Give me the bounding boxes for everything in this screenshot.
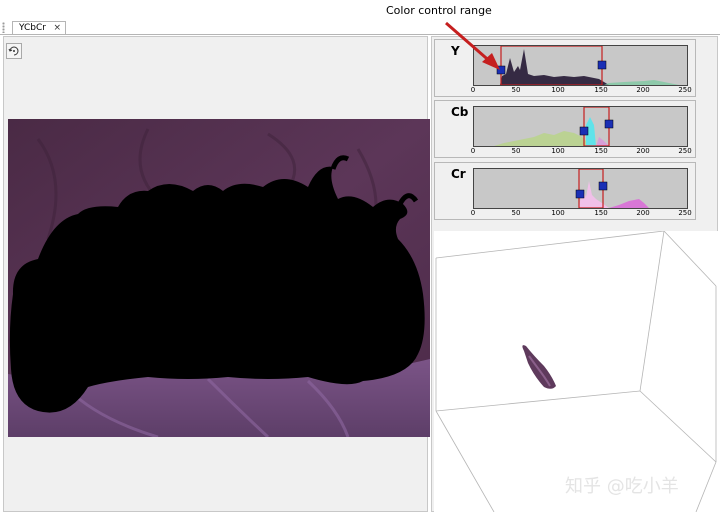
watermark: 知乎 @吃小羊 (565, 476, 679, 497)
scatter-3d-plot (435, 230, 717, 513)
histogram-y-bars (496, 46, 679, 85)
tick-label: 250 (678, 209, 692, 217)
callout-label: Color control range (386, 4, 492, 17)
tick-label: 100 (551, 209, 565, 217)
tick-label: 250 (678, 86, 692, 94)
tab-ycbcr[interactable]: YCbCr × (12, 21, 66, 35)
histogram-label: Cr (451, 167, 466, 181)
tick-label: 200 (636, 209, 650, 217)
drag-grip-icon[interactable] (2, 22, 5, 33)
histogram-plot[interactable] (473, 45, 688, 86)
tick-label: 100 (551, 147, 565, 155)
tab-label: YCbCr (19, 23, 46, 33)
range-high-handle[interactable] (597, 60, 607, 70)
tab-divider (0, 34, 720, 35)
tick-label: 250 (678, 147, 692, 155)
tick-label: 150 (594, 209, 608, 217)
tick-label: 100 (551, 86, 565, 94)
range-low-handle[interactable] (579, 126, 589, 136)
histogram-cr: Cr 0 50 100 150 200 250 (434, 162, 696, 220)
range-low-handle[interactable] (575, 189, 585, 199)
range-low-handle[interactable] (496, 65, 506, 75)
range-high-handle[interactable] (604, 119, 614, 129)
histogram-cr-bars (575, 169, 649, 208)
histogram-label: Cb (451, 105, 469, 119)
tick-label: 200 (636, 86, 650, 94)
masked-image (8, 119, 430, 437)
rotate-icon (8, 46, 19, 56)
histogram-y: Y 0 50 100 150 200 250 (434, 39, 696, 97)
histogram-plot[interactable] (473, 106, 688, 147)
tick-label: 0 (470, 86, 476, 94)
tick-label: 0 (470, 209, 476, 217)
tick-label: 150 (594, 147, 608, 155)
tick-label: 50 (511, 147, 521, 155)
range-high-handle[interactable] (598, 181, 608, 191)
histogram-cb: Cb 0 50 100 150 200 250 (434, 100, 696, 158)
tick-label: 0 (470, 147, 476, 155)
histogram-label: Y (451, 44, 460, 58)
tick-label: 50 (511, 86, 521, 94)
histogram-plot[interactable] (473, 168, 688, 209)
tick-label: 50 (511, 209, 521, 217)
scatter-3d[interactable] (434, 230, 718, 513)
rotate-button[interactable] (6, 43, 22, 59)
histogram-cb-bars (494, 107, 614, 146)
tab-strip: YCbCr × (0, 0, 720, 35)
tick-label: 150 (594, 86, 608, 94)
tick-label: 200 (636, 147, 650, 155)
